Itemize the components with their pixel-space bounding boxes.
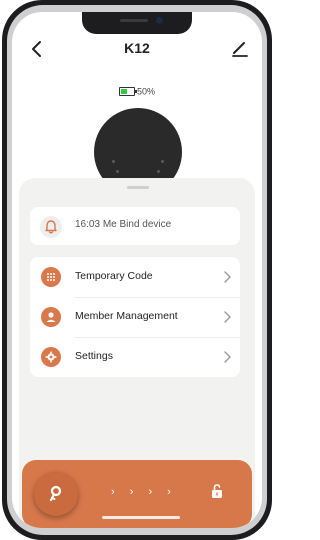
key-icon <box>49 485 62 502</box>
page-title: K12 <box>124 40 150 56</box>
menu-item-label: Settings <box>75 350 113 362</box>
battery-percent: 50% <box>136 86 155 97</box>
menu-item-temporary-code[interactable]: Temporary Code <box>30 257 240 297</box>
home-indicator[interactable] <box>102 516 180 519</box>
person-icon-wrap <box>41 307 61 327</box>
menu-item-label: Member Management <box>75 310 178 322</box>
notification-user: Me <box>102 219 117 230</box>
gear-icon <box>45 351 57 363</box>
menu-card: Temporary Code Member Management Setting… <box>30 257 240 377</box>
edit-pencil-icon[interactable] <box>230 38 250 58</box>
person-icon <box>46 312 56 322</box>
battery-icon <box>118 87 137 97</box>
sheet-drag-handle[interactable] <box>127 186 149 189</box>
battery-status: 50% <box>12 86 262 97</box>
device-light-dot <box>116 170 119 173</box>
app-screen: K12 50% 16:03 Me Bind device Temporary C… <box>12 12 262 528</box>
chevron-right-icon <box>224 351 231 363</box>
notification-time: 16:03 <box>75 219 101 230</box>
notification-text: 16:03 Me Bind device <box>75 219 171 230</box>
notch <box>82 12 192 34</box>
gear-icon-wrap <box>41 347 61 367</box>
device-light-dot <box>157 170 160 173</box>
battery-level-fill <box>120 89 127 95</box>
device-light-dot <box>161 160 164 163</box>
bell-icon <box>45 220 57 234</box>
front-camera <box>156 17 163 24</box>
top-bar: K12 <box>12 34 262 62</box>
menu-item-settings[interactable]: Settings <box>30 337 240 377</box>
grid-icon-wrap <box>41 267 61 287</box>
chevron-right-icon <box>224 271 231 283</box>
key-slider-button[interactable] <box>34 472 78 516</box>
grid-icon <box>47 273 55 281</box>
bell-icon-wrap <box>40 216 62 238</box>
speaker-grille <box>120 19 148 22</box>
chevron-right-icon <box>224 311 231 323</box>
notification-card[interactable]: 16:03 Me Bind device <box>30 207 240 245</box>
unlock-action-bar[interactable]: › › › › <box>22 460 252 528</box>
unlock-icon <box>212 484 222 498</box>
menu-item-member-management[interactable]: Member Management <box>30 297 240 337</box>
menu-item-label: Temporary Code <box>75 270 153 282</box>
notification-message: Bind device <box>119 219 172 230</box>
swipe-hint-arrows: › › › › <box>111 486 177 498</box>
device-light-dot <box>112 160 115 163</box>
